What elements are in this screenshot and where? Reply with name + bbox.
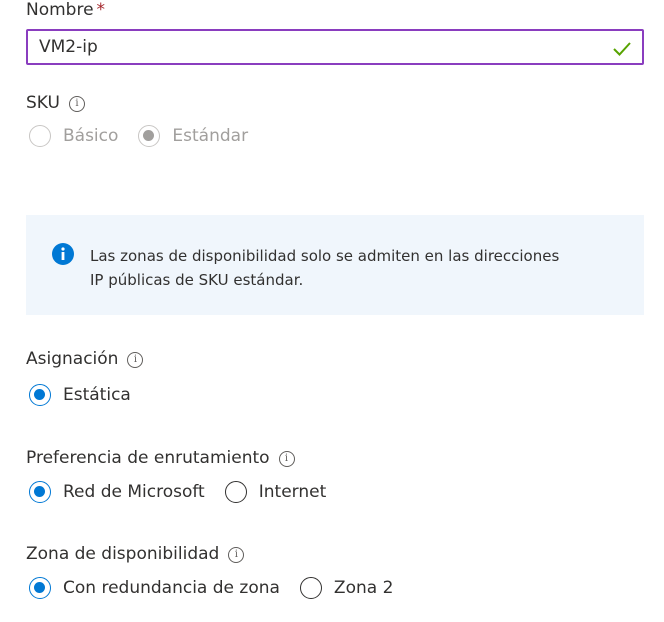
routing-label-text: Preferencia de enrutamiento xyxy=(26,448,270,468)
sku-standard-radio[interactable] xyxy=(138,125,161,147)
assignment-label: Asignación i xyxy=(26,349,144,369)
info-banner: Las zonas de disponibilidad solo se admi… xyxy=(26,215,644,315)
zone-redundant-radio[interactable] xyxy=(29,577,51,599)
zone-redundant-label: Con redundancia de zona xyxy=(63,578,280,598)
routing-internet-label: Internet xyxy=(258,482,327,502)
routing-internet-radio[interactable] xyxy=(224,481,247,503)
name-label-text: Nombre xyxy=(26,0,94,20)
info-icon[interactable]: i xyxy=(68,96,85,112)
assignment-static-label: Estática xyxy=(63,385,131,405)
sku-label-text: SKU xyxy=(26,93,60,113)
info-icon[interactable]: i xyxy=(278,451,295,467)
routing-radio-group: Red de Microsoft Internet xyxy=(29,481,346,503)
zone-2-label: Zona 2 xyxy=(333,578,394,598)
zone-radio-group: Con redundancia de zona Zona 2 xyxy=(29,577,413,599)
name-textbox[interactable] xyxy=(26,29,644,65)
info-icon[interactable]: i xyxy=(127,352,144,368)
info-banner-line1: Las zonas de disponibilidad solo se admi… xyxy=(90,247,560,265)
sku-label: SKU i xyxy=(26,93,85,113)
assignment-static-radio[interactable] xyxy=(29,384,51,406)
info-icon[interactable]: i xyxy=(228,547,245,563)
assignment-label-text: Asignación xyxy=(26,349,119,369)
routing-microsoft-label: Red de Microsoft xyxy=(63,482,205,502)
info-banner-line2: IP públicas de SKU estándar. xyxy=(90,271,304,289)
sku-standard-label: Estándar xyxy=(172,126,249,146)
name-label: Nombre * xyxy=(26,0,105,20)
checkmark-icon xyxy=(613,42,631,56)
sku-basic-label: Básico xyxy=(63,126,119,146)
zone-2-radio[interactable] xyxy=(299,577,322,599)
routing-microsoft-radio[interactable] xyxy=(29,481,51,503)
assignment-radio-group: Estática xyxy=(29,384,151,406)
sku-radio-group: Básico Estándar xyxy=(29,125,268,147)
info-filled-icon xyxy=(52,243,74,265)
info-banner-text: Las zonas de disponibilidad solo se admi… xyxy=(90,244,630,292)
name-input[interactable] xyxy=(39,37,599,57)
required-marker: * xyxy=(96,0,106,20)
sku-basic-radio[interactable] xyxy=(29,125,51,147)
zone-label-text: Zona de disponibilidad xyxy=(26,544,220,564)
zone-label: Zona de disponibilidad i xyxy=(26,544,245,564)
routing-label: Preferencia de enrutamiento i xyxy=(26,448,295,468)
